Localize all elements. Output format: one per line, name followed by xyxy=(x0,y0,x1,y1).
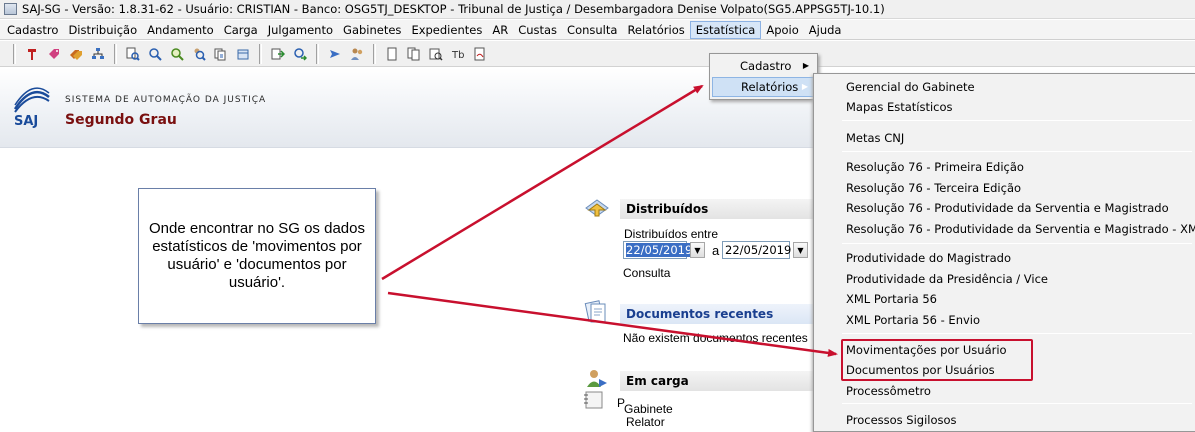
toolbar: Tb xyxy=(0,41,1195,67)
estatistica-relatorios-item[interactable]: Relatórios ▶ xyxy=(712,77,815,97)
search-user-icon[interactable] xyxy=(190,45,208,63)
submenu-item-resolucao-76-primeira[interactable]: Resolução 76 - Primeira Edição xyxy=(846,160,1024,174)
submenu-item-produtividade-magistrado[interactable]: Produtividade do Magistrado xyxy=(846,251,1011,265)
submenu-arrow-icon: ▶ xyxy=(802,61,809,70)
submenu-separator xyxy=(842,151,1192,152)
toolbar-separator xyxy=(259,43,262,64)
em-carga-gabinete[interactable]: Gabinete xyxy=(624,402,673,416)
menu-custas[interactable]: Custas xyxy=(513,21,562,39)
title-bar: SAJ-SG - Versão: 1.8.31-62 - Usuário: CR… xyxy=(0,0,1195,19)
menu-ajuda[interactable]: Ajuda xyxy=(804,21,847,39)
documents-icon[interactable] xyxy=(405,45,423,63)
menu-consulta[interactable]: Consulta xyxy=(562,21,622,39)
hierarchy-icon[interactable] xyxy=(89,45,107,63)
submenu-item-resolucao-76-produtividade-xml[interactable]: Resolução 76 - Produtividade da Serventi… xyxy=(846,222,1195,236)
document-icon[interactable] xyxy=(383,45,401,63)
distribuidos-label: Distribuídos entre xyxy=(624,227,719,241)
date-from-input[interactable]: 22/05/2019 xyxy=(623,241,693,259)
menu-estatistica[interactable]: Estatística xyxy=(689,20,762,39)
annotation-callout: Onde encontrar no SG os dados estatístic… xyxy=(138,188,376,324)
menu-distribuicao[interactable]: Distribuição xyxy=(63,21,142,39)
menu-expedientes[interactable]: Expedientes xyxy=(406,21,487,39)
documentos-recentes-title: Documentos recentes xyxy=(620,304,813,324)
menu-andamento[interactable]: Andamento xyxy=(142,21,219,39)
submenu-separator xyxy=(842,333,1192,334)
signed-doc-icon[interactable] xyxy=(471,45,489,63)
estatistica-cadastro-item[interactable]: Cadastro ▶ xyxy=(712,56,815,76)
submenu-separator xyxy=(842,403,1192,404)
no-recent-docs-text: Não existem documentos recentes xyxy=(623,331,808,345)
logo-text: SAJ xyxy=(14,114,39,129)
toolbar-separator xyxy=(373,43,376,64)
menu-ar[interactable]: AR xyxy=(487,21,513,39)
forward-process-icon[interactable] xyxy=(291,45,309,63)
text-format-icon[interactable]: Tb xyxy=(449,45,467,63)
submenu-item-mapas-estatisticos[interactable]: Mapas Estatísticos xyxy=(846,100,953,114)
menu-bar: Cadastro Distribuição Andamento Carga Ju… xyxy=(0,20,1195,40)
system-title: Segundo Grau xyxy=(65,112,177,128)
submenu-item-xml-portaria-56[interactable]: XML Portaria 56 xyxy=(846,292,937,306)
search-list-icon[interactable] xyxy=(168,45,186,63)
search-process-icon[interactable] xyxy=(146,45,164,63)
submenu-arrow-icon: ▶ xyxy=(801,82,808,91)
menu-apoio[interactable]: Apoio xyxy=(761,21,803,39)
em-carga-title: Em carga xyxy=(620,371,813,391)
submenu-item-processos-sigilosos[interactable]: Processos Sigilosos xyxy=(846,413,957,427)
submenu-item-xml-portaria-56-envio[interactable]: XML Portaria 56 - Envio xyxy=(846,313,980,327)
app-window-icon xyxy=(4,3,17,15)
estatistica-dropdown: Cadastro ▶ Relatórios ▶ xyxy=(709,53,818,100)
date-from-dropdown-icon[interactable]: ▼ xyxy=(690,242,705,258)
search-archive-icon[interactable] xyxy=(234,45,252,63)
date-to-input[interactable]: 22/05/2019 xyxy=(722,241,791,259)
menu-relatorios[interactable]: Relatórios xyxy=(622,21,689,39)
toolbar-separator xyxy=(316,43,319,64)
saj-logo-icon xyxy=(13,87,50,113)
submenu-item-metas-cnj[interactable]: Metas CNJ xyxy=(846,131,904,145)
notebook-icon xyxy=(584,391,603,409)
submenu-item-resolucao-76-terceira[interactable]: Resolução 76 - Terceira Edição xyxy=(846,181,1021,195)
submenu-item-produtividade-presidencia[interactable]: Produtividade da Presidência / Vice xyxy=(846,272,1048,286)
menu-julgamento[interactable]: Julgamento xyxy=(263,21,338,39)
search-doc-icon[interactable] xyxy=(124,45,142,63)
date-to-dropdown-icon[interactable]: ▼ xyxy=(793,242,808,258)
menu-cadastro[interactable]: Cadastro xyxy=(2,21,63,39)
submenu-item-processometro[interactable]: Processômetro xyxy=(846,384,931,398)
system-subtitle: SISTEMA DE AUTOMAÇÃO DA JUSTIÇA xyxy=(65,95,267,105)
search-copy-icon[interactable] xyxy=(212,45,230,63)
callout-text: Onde encontrar no SG os dados estatístic… xyxy=(149,220,365,291)
preview-icon[interactable] xyxy=(427,45,445,63)
distribuidos-icon xyxy=(585,199,609,217)
forward-doc-icon[interactable] xyxy=(269,45,287,63)
svg-text:Tb: Tb xyxy=(451,50,464,61)
toolbar-separator xyxy=(13,43,16,64)
window-title: SAJ-SG - Versão: 1.8.31-62 - Usuário: CR… xyxy=(22,2,885,16)
submenu-item-resolucao-76-produtividade[interactable]: Resolução 76 - Produtividade da Serventi… xyxy=(846,201,1169,215)
consulta-link[interactable]: Consulta xyxy=(623,266,670,280)
submenu-separator xyxy=(842,243,1192,244)
pin-icon[interactable] xyxy=(23,45,41,63)
menu-gabinetes[interactable]: Gabinetes xyxy=(338,21,406,39)
em-carga-relator[interactable]: Relator xyxy=(626,415,665,429)
date-connector: a xyxy=(712,243,720,258)
submenu-separator xyxy=(842,120,1192,121)
tag-icon[interactable] xyxy=(45,45,63,63)
toolbar-separator xyxy=(114,43,117,64)
distribuidos-title: Distribuídos xyxy=(620,199,813,219)
send-icon[interactable] xyxy=(326,45,344,63)
menu-carga[interactable]: Carga xyxy=(219,21,263,39)
users-icon[interactable] xyxy=(348,45,366,63)
target-highlight-box xyxy=(841,339,1033,381)
documents-recent-icon xyxy=(584,300,606,323)
submenu-item-gerencial-gabinete[interactable]: Gerencial do Gabinete xyxy=(846,80,975,94)
tag-multi-icon[interactable] xyxy=(67,45,85,63)
